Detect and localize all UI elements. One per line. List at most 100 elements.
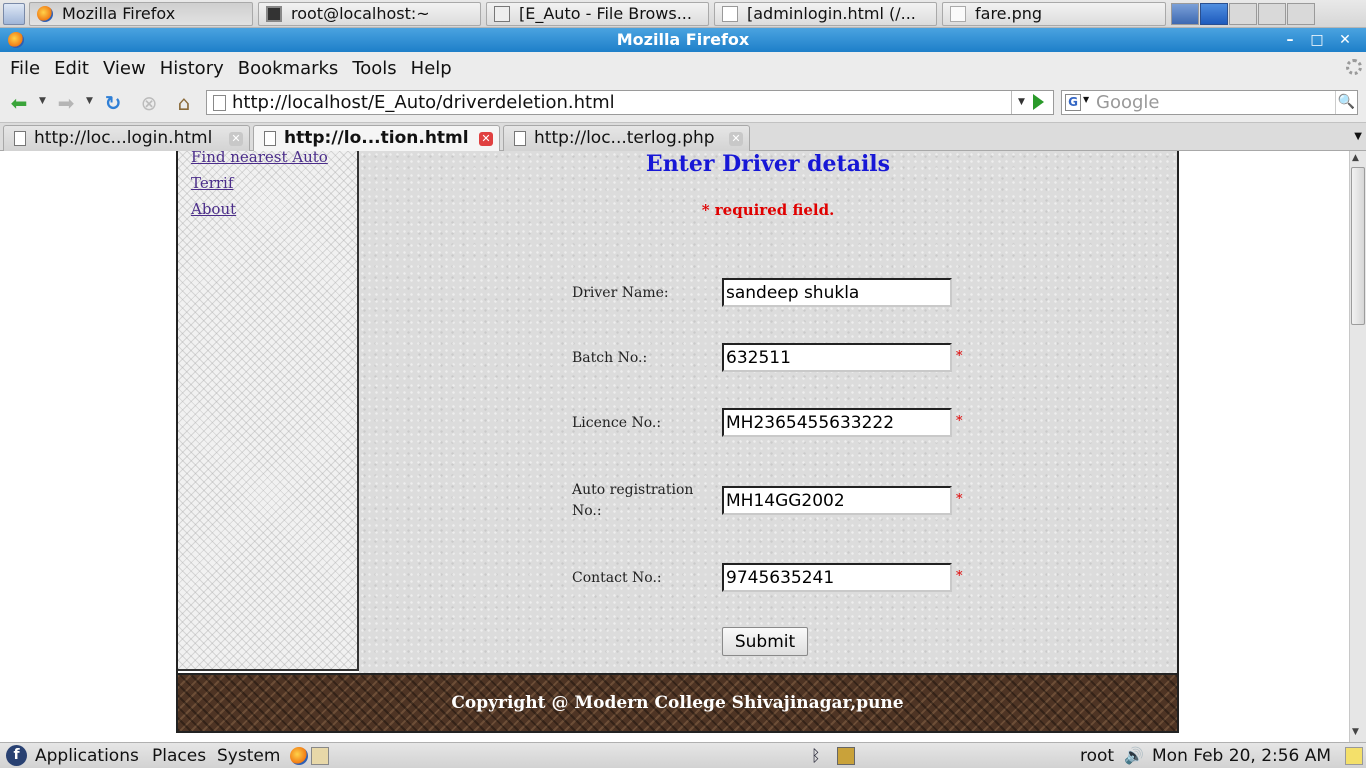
menu-history[interactable]: History [153, 58, 231, 79]
licence-no-label: Licence No.: [572, 415, 662, 431]
tab-adminlogin[interactable]: http://loc...login.html ✕ [3, 125, 250, 151]
taskbar-window-file-browser[interactable]: [E_Auto - File Brows... [486, 1, 709, 26]
required-marker: * [956, 414, 963, 429]
minimize-button[interactable]: – [1280, 30, 1300, 50]
file-browser-icon [494, 5, 510, 22]
taskbar-window-label: fare.png [975, 4, 1043, 23]
places-menu[interactable]: Places [152, 746, 206, 766]
back-history-dropdown-icon[interactable]: ▼ [39, 96, 46, 106]
contact-no-input[interactable] [722, 563, 952, 592]
clock[interactable]: Mon Feb 20, 2:56 AM [1152, 746, 1331, 766]
system-menu[interactable]: System [217, 746, 280, 766]
window-title: Mozilla Firefox [616, 30, 750, 49]
bluetooth-icon[interactable]: ᛒ [811, 747, 829, 765]
sidebar-link-terrif[interactable]: Terrif [191, 174, 233, 192]
licence-no-input[interactable] [722, 408, 952, 437]
menu-file[interactable]: File [3, 58, 47, 79]
menu-view[interactable]: View [96, 58, 153, 79]
maximize-button[interactable]: □ [1307, 30, 1327, 50]
required-marker: * [956, 569, 963, 584]
fedora-logo-icon: f [6, 745, 27, 766]
driver-form-panel: Enter Driver details * required field. D… [359, 151, 1177, 673]
auto-registration-no-label: Auto registration No.: [572, 482, 694, 519]
taskbar-window-label: root@localhost:~ [291, 4, 430, 23]
workspace-4[interactable] [1258, 2, 1286, 25]
scroll-up-arrow-icon[interactable]: ▲ [1352, 153, 1359, 163]
driver-name-label: Driver Name: [572, 285, 669, 301]
update-notifier-icon[interactable] [837, 747, 855, 765]
taskbar-window-firefox[interactable]: Mozilla Firefox [29, 1, 253, 26]
tab-close-icon[interactable]: ✕ [229, 132, 243, 146]
vertical-scrollbar[interactable]: ▲ ▼ [1349, 151, 1366, 742]
site-sidebar: Find nearest Auto Terrif About [178, 151, 359, 671]
sidebar-link-about[interactable]: About [191, 200, 236, 218]
show-desktop-icon[interactable] [3, 2, 25, 25]
menu-bookmarks[interactable]: Bookmarks [231, 58, 346, 79]
tab-masterlog[interactable]: http://loc...terlog.php ✕ [503, 125, 750, 151]
taskbar-window-terminal[interactable]: root@localhost:~ [258, 1, 481, 26]
taskbar-window-editor[interactable]: [adminlogin.html (/... [714, 1, 937, 26]
volume-icon[interactable]: 🔊 [1124, 747, 1144, 765]
search-magnifier-icon[interactable]: 🔍 [1335, 91, 1357, 114]
forward-arrow-icon[interactable]: ➡ [54, 92, 78, 114]
taskbar-window-label: Mozilla Firefox [62, 4, 176, 23]
tab-label: http://lo...tion.html [284, 128, 469, 148]
sidebar-link-find-nearest-auto[interactable]: Find nearest Auto [191, 151, 328, 166]
workspace-3[interactable] [1229, 2, 1257, 25]
tab-driverdeletion[interactable]: http://lo...tion.html ✕ [253, 125, 500, 152]
address-bar[interactable]: ▼ [206, 90, 1054, 115]
home-icon[interactable]: ⌂ [172, 92, 196, 114]
tab-list-dropdown-icon[interactable]: ▼ [1354, 131, 1362, 142]
mail-launcher-icon[interactable] [311, 747, 329, 765]
scroll-down-arrow-icon[interactable]: ▼ [1352, 727, 1359, 737]
workspace-5[interactable] [1287, 2, 1315, 25]
url-history-dropdown-icon[interactable]: ▼ [1011, 91, 1031, 114]
page-icon [514, 131, 526, 146]
batch-no-input[interactable] [722, 343, 952, 372]
search-bar[interactable]: G ▼ Google 🔍 [1061, 90, 1358, 115]
search-input[interactable]: Google [1096, 92, 1159, 113]
copyright-text: Copyright @ Modern College Shivajinagar,… [451, 693, 904, 713]
page-icon [14, 131, 26, 146]
menu-tools[interactable]: Tools [345, 58, 403, 79]
search-engine-dropdown-icon[interactable]: ▼ [1083, 95, 1089, 104]
batch-no-label: Batch No.: [572, 350, 648, 366]
taskbar-window-image[interactable]: fare.png [942, 1, 1166, 26]
text-editor-icon [722, 5, 738, 22]
page-icon [264, 131, 276, 146]
scrollbar-thumb[interactable] [1351, 167, 1365, 325]
tab-close-icon[interactable]: ✕ [479, 132, 493, 146]
tab-close-icon[interactable]: ✕ [729, 132, 743, 146]
image-file-icon [950, 5, 966, 22]
workspace-2[interactable] [1200, 2, 1228, 25]
tab-label: http://loc...login.html [34, 128, 213, 148]
page-icon [213, 95, 226, 111]
close-window-button[interactable]: ✕ [1335, 30, 1355, 50]
page-content: Find nearest Auto Terrif About Enter Dri… [0, 151, 1349, 742]
google-engine-icon[interactable]: G [1065, 94, 1081, 111]
menu-help[interactable]: Help [404, 58, 459, 79]
auto-registration-no-input[interactable] [722, 486, 952, 515]
workspace-1[interactable] [1171, 2, 1199, 25]
go-arrow-icon[interactable] [1033, 94, 1044, 110]
firefox-launcher-icon[interactable] [290, 747, 308, 765]
firefox-icon [37, 5, 53, 22]
submit-button[interactable]: Submit [722, 627, 808, 656]
required-field-note: * required field. [701, 201, 835, 219]
reload-icon[interactable]: ↻ [101, 92, 125, 114]
driver-name-input[interactable] [722, 278, 952, 307]
contact-no-label: Contact No.: [572, 570, 662, 586]
terminal-icon [266, 5, 282, 22]
window-title-bar: Mozilla Firefox – □ ✕ [0, 28, 1366, 52]
forward-history-dropdown-icon[interactable]: ▼ [86, 96, 93, 106]
menu-edit[interactable]: Edit [47, 58, 96, 79]
top-taskbar: Mozilla Firefox root@localhost:~ [E_Auto… [0, 0, 1366, 28]
taskbar-window-label: [adminlogin.html (/... [747, 4, 916, 23]
back-arrow-icon[interactable]: ⬅ [7, 92, 31, 114]
site-frame: Find nearest Auto Terrif About Enter Dri… [176, 151, 1179, 733]
taskbar-window-label: [E_Auto - File Brows... [519, 4, 692, 23]
stop-icon[interactable]: ⊗ [137, 92, 161, 114]
notes-icon[interactable] [1345, 747, 1363, 765]
url-input[interactable] [232, 92, 992, 113]
applications-menu[interactable]: Applications [35, 746, 139, 766]
